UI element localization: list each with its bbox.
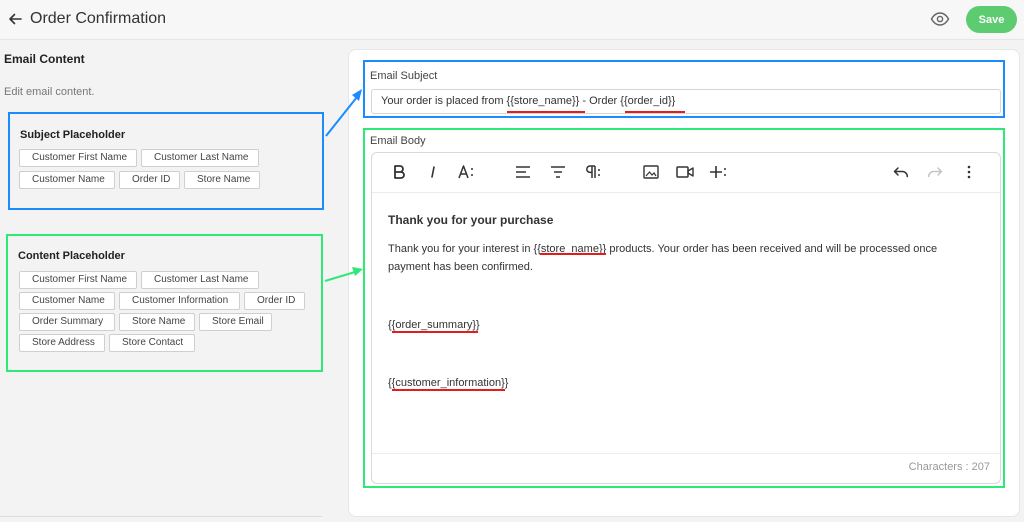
- underline-subject-order-id: [625, 111, 685, 113]
- subject-chip-store-name[interactable]: Store Name: [184, 171, 260, 189]
- body-paragraph-line-1: Thank you for your interest in {{store_n…: [388, 243, 938, 255]
- font-size-icon[interactable]: [456, 162, 478, 182]
- arrow-left-icon[interactable]: [6, 10, 24, 28]
- content-chip-order-id[interactable]: Order ID: [244, 292, 305, 310]
- video-icon[interactable]: [674, 162, 696, 182]
- underline-subject-store-name: [507, 111, 585, 113]
- section-title: Email Content: [4, 52, 85, 66]
- left-divider: [0, 516, 322, 517]
- image-icon[interactable]: [640, 162, 662, 182]
- email-subject-section: Email Subject Your order is placed from …: [363, 60, 1005, 118]
- email-subject-label: Email Subject: [370, 70, 438, 82]
- editor-toolbar: [372, 153, 1000, 193]
- subject-chip-customer-first-name[interactable]: Customer First Name: [19, 149, 137, 167]
- character-count-bar: Characters : 207: [372, 453, 1000, 483]
- content-placeholder-title: Content Placeholder: [18, 250, 125, 262]
- plus-more-icon[interactable]: [708, 162, 730, 182]
- content-chip-store-address[interactable]: Store Address: [19, 334, 105, 352]
- top-bar: Order Confirmation Save: [0, 0, 1024, 40]
- email-body-label: Email Body: [370, 135, 426, 147]
- body-heading: Thank you for your purchase: [388, 213, 554, 227]
- underline-body-order-summary: [392, 331, 478, 333]
- italic-icon[interactable]: [422, 162, 444, 182]
- email-body-section: Email Body Thank you for your purchase T…: [363, 128, 1005, 488]
- content-chip-customer-information[interactable]: Customer Information: [119, 292, 240, 310]
- content-chip-order-summary[interactable]: Order Summary: [19, 313, 115, 331]
- page-title: Order Confirmation: [30, 10, 167, 27]
- subject-chip-customer-last-name[interactable]: Customer Last Name: [141, 149, 259, 167]
- align-left-icon[interactable]: [512, 162, 534, 182]
- character-count: Characters : 207: [908, 461, 990, 473]
- paragraph-icon[interactable]: [582, 162, 604, 182]
- undo-icon[interactable]: [890, 162, 912, 182]
- underline-body-customer-information: [392, 389, 505, 391]
- content-chip-customer-first-name[interactable]: Customer First Name: [19, 271, 137, 289]
- redo-icon[interactable]: [924, 162, 946, 182]
- content-chip-customer-name[interactable]: Customer Name: [19, 292, 115, 310]
- email-subject-input[interactable]: Your order is placed from {{store_name}}…: [371, 89, 1001, 114]
- section-description: Edit email content.: [4, 86, 95, 98]
- body-paragraph-line-2: payment has been confirmed.: [388, 261, 533, 273]
- content-chip-store-email[interactable]: Store Email: [199, 313, 272, 331]
- underline-body-store-name: [540, 253, 606, 255]
- subject-chip-order-id[interactable]: Order ID: [119, 171, 180, 189]
- subject-placeholder-panel: Subject Placeholder Customer First Name …: [8, 112, 324, 210]
- content-placeholder-panel: Content Placeholder Customer First Name …: [6, 234, 323, 372]
- eye-icon[interactable]: [930, 11, 950, 27]
- content-chip-store-contact[interactable]: Store Contact: [109, 334, 195, 352]
- more-vertical-icon[interactable]: [958, 162, 980, 182]
- bold-icon[interactable]: [388, 162, 410, 182]
- subject-placeholder-title: Subject Placeholder: [20, 129, 126, 141]
- content-chip-store-name[interactable]: Store Name: [119, 313, 195, 331]
- align-center-icon[interactable]: [547, 162, 569, 182]
- email-body-editor[interactable]: Thank you for your purchase Thank you fo…: [371, 152, 1001, 484]
- content-chip-customer-last-name[interactable]: Customer Last Name: [141, 271, 259, 289]
- editor-content[interactable]: Thank you for your purchase Thank you fo…: [388, 211, 978, 392]
- save-button[interactable]: Save: [966, 6, 1017, 33]
- subject-chip-customer-name[interactable]: Customer Name: [19, 171, 115, 189]
